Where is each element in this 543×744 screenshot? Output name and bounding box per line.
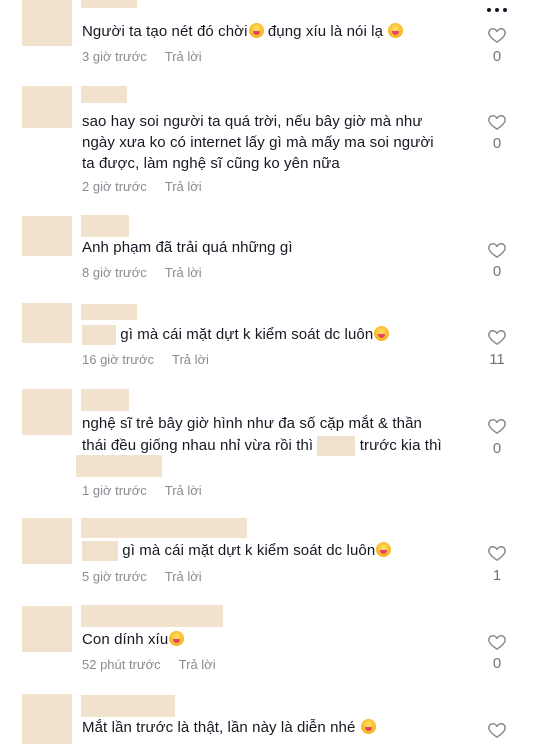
username[interactable]	[81, 215, 129, 237]
avatar[interactable]	[22, 389, 72, 435]
username[interactable]	[81, 695, 175, 717]
avatar[interactable]	[22, 0, 72, 46]
avatar[interactable]	[22, 303, 72, 343]
heart-icon[interactable]	[487, 416, 507, 436]
laughing-emoji-icon	[388, 23, 404, 38]
comment-text: Mắt lần trước là thật, lần này là diễn n…	[82, 718, 472, 738]
like-count: 0	[492, 655, 502, 672]
username[interactable]	[81, 86, 127, 103]
comment-meta: 2 giờ trước Trả lời	[82, 179, 202, 194]
mention-tag[interactable]	[82, 325, 116, 345]
heart-icon[interactable]	[487, 112, 507, 132]
heart-icon[interactable]	[487, 720, 507, 740]
timestamp: 2 giờ trước	[82, 179, 147, 194]
like-count: 0	[492, 440, 502, 457]
avatar[interactable]	[22, 86, 72, 128]
timestamp: 16 giờ trước	[82, 352, 154, 367]
username[interactable]	[81, 0, 137, 8]
reply-button[interactable]: Trả lời	[165, 483, 202, 498]
like-count: 11	[489, 351, 505, 368]
avatar[interactable]	[22, 606, 72, 652]
reply-button[interactable]: Trả lời	[172, 352, 209, 367]
heart-icon[interactable]	[487, 543, 507, 563]
more-options-icon[interactable]	[486, 4, 508, 14]
username[interactable]	[81, 605, 223, 627]
comment-meta: 5 giờ trước Trả lời	[82, 569, 202, 584]
comment-text: Con dính xíu	[82, 630, 472, 650]
timestamp: 1 giờ trước	[82, 483, 147, 498]
timestamp: 3 giờ trước	[82, 49, 147, 64]
avatar[interactable]	[22, 216, 72, 256]
mention-placeholder	[76, 455, 162, 477]
comment-text: sao hay soi người ta quá trời, nếu bây g…	[82, 113, 434, 172]
comment-text: Người ta tạo nét đó chời đụng xíu là nói…	[82, 22, 472, 42]
username[interactable]	[81, 304, 137, 320]
comment-meta: 3 giờ trước Trả lời	[82, 49, 202, 64]
avatar[interactable]	[22, 694, 72, 744]
timestamp: 5 giờ trước	[82, 569, 147, 584]
mention-tag[interactable]	[82, 541, 118, 561]
comment-text: nghệ sĩ trẻ bây giờ hình như đa số cặp m…	[82, 415, 442, 456]
heart-icon[interactable]	[487, 327, 507, 347]
comment-text: gì mà cái mặt dựt k kiểm soát dc luôn	[82, 541, 472, 561]
comment-meta: 1 giờ trước Trả lời	[82, 483, 202, 498]
laughing-emoji-icon	[376, 542, 392, 557]
reply-button[interactable]: Trả lời	[165, 569, 202, 584]
heart-icon[interactable]	[487, 240, 507, 260]
avatar[interactable]	[22, 518, 72, 564]
like-count: 0	[492, 48, 502, 65]
username[interactable]	[81, 518, 247, 538]
like-count: 1	[492, 567, 502, 584]
laughing-emoji-icon	[248, 23, 264, 38]
comment-meta: 52 phút trước Trả lời	[82, 657, 216, 672]
reply-button[interactable]: Trả lời	[165, 49, 202, 64]
username[interactable]	[81, 389, 129, 411]
laughing-emoji-icon	[374, 326, 390, 341]
reply-button[interactable]: Trả lời	[165, 265, 202, 280]
timestamp: 8 giờ trước	[82, 265, 147, 280]
like-count: 0	[492, 135, 502, 152]
timestamp: 52 phút trước	[82, 657, 161, 672]
mention-tag[interactable]	[317, 436, 356, 456]
comment-text: gì mà cái mặt dựt k kiểm soát dc luôn	[82, 325, 472, 345]
comment-meta: 8 giờ trước Trả lời	[82, 265, 202, 280]
like-count: 0	[492, 263, 502, 280]
comment-meta: 16 giờ trước Trả lời	[82, 352, 209, 367]
heart-icon[interactable]	[487, 632, 507, 652]
heart-icon[interactable]	[487, 25, 507, 45]
reply-button[interactable]: Trả lời	[165, 179, 202, 194]
comment-text: Anh phạm đã trải quá những gì	[82, 239, 293, 256]
laughing-emoji-icon	[169, 631, 185, 646]
reply-button[interactable]: Trả lời	[179, 657, 216, 672]
laughing-emoji-icon	[360, 719, 376, 734]
